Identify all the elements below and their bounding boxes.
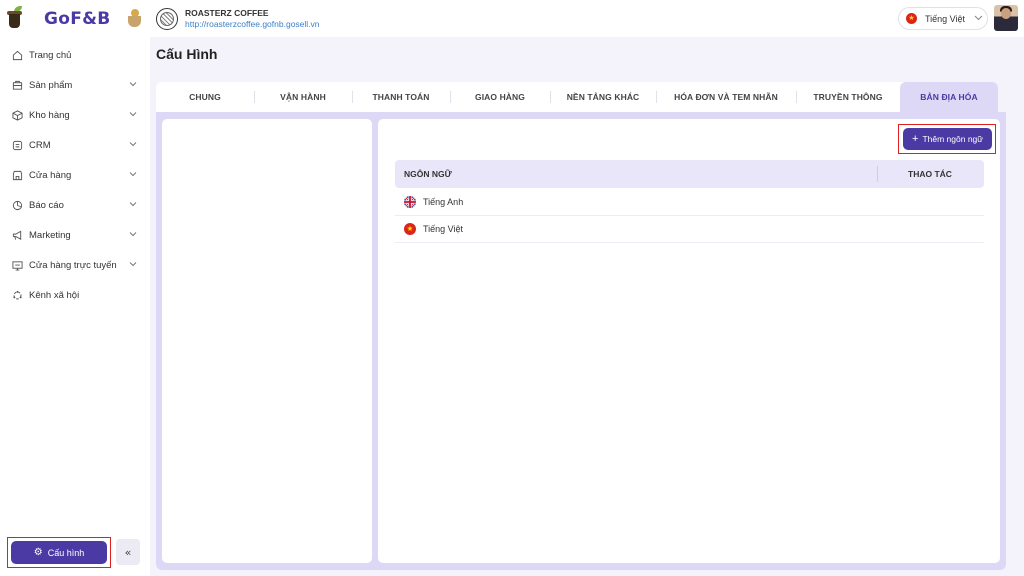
highlight-box	[898, 124, 996, 154]
chevron-down-icon	[974, 14, 983, 24]
sidebar-item-products[interactable]: Sản phẩm	[0, 70, 150, 100]
vn-flag-icon	[404, 222, 416, 235]
vn-flag-icon	[906, 12, 917, 24]
coffee-cup-icon	[6, 5, 24, 32]
uk-flag-icon	[404, 196, 416, 208]
left-panel	[162, 119, 372, 563]
tab-delivery[interactable]: GIAO HÀNG	[450, 82, 550, 112]
chevron-down-icon	[128, 229, 138, 239]
tab-invoice-labels[interactable]: HÓA ĐƠN VÀ TEM NHÃN	[656, 82, 796, 112]
table-header: NGÔN NGỮ THAO TÁC	[395, 160, 984, 188]
column-header-language: NGÔN NGỮ	[404, 169, 452, 179]
online-store-icon	[12, 260, 23, 271]
report-icon	[12, 200, 23, 211]
sidebar-item-stores[interactable]: Cửa hàng	[0, 160, 150, 190]
chevron-down-icon	[128, 79, 138, 89]
tab-localization[interactable]: BẢN ĐỊA HÓA	[900, 82, 998, 112]
sidebar-item-social[interactable]: Kênh xã hội	[0, 280, 150, 310]
sidebar-item-home[interactable]: Trang chủ	[0, 40, 150, 70]
crm-icon	[12, 140, 23, 151]
store-url[interactable]: http://roasterzcoffee.gofnb.gosell.vn	[185, 19, 320, 30]
logo-text: GoF&B	[44, 8, 111, 29]
tab-media[interactable]: TRUYỀN THÔNG	[796, 82, 900, 112]
chevron-down-icon	[128, 139, 138, 149]
tab-bar: CHUNG VẬN HÀNH THANH TOÁN GIAO HÀNG NỀN …	[156, 82, 998, 112]
language-select[interactable]: Tiếng Việt	[898, 7, 988, 30]
sidebar: Trang chủ Sản phẩm Kho hàng CRM Cửa hàng…	[0, 37, 150, 576]
logo[interactable]: GoF&B	[0, 0, 150, 37]
top-bar: GoF&B ROASTERZ COFFEE http://roasterzcof…	[0, 0, 1024, 37]
language-label: Tiếng Việt	[925, 13, 966, 24]
product-icon	[12, 80, 23, 91]
collapse-sidebar-button[interactable]: «	[116, 539, 140, 565]
column-header-actions: THAO TÁC	[908, 169, 952, 179]
chevron-down-icon	[128, 109, 138, 119]
chevron-down-icon	[128, 199, 138, 209]
double-chevron-left-icon: «	[124, 545, 132, 559]
sidebar-item-online-store[interactable]: Cửa hàng trực tuyến	[0, 250, 150, 280]
tab-general[interactable]: CHUNG	[156, 82, 254, 112]
store-logo-icon	[156, 7, 178, 30]
tab-operations[interactable]: VẬN HÀNH	[254, 82, 352, 112]
chevron-down-icon	[128, 169, 138, 179]
chevron-down-icon	[128, 259, 138, 269]
sidebar-item-reports[interactable]: Báo cáo	[0, 190, 150, 220]
tab-other-platforms[interactable]: NỀN TẢNG KHÁC	[550, 82, 656, 112]
sidebar-item-marketing[interactable]: Marketing	[0, 220, 150, 250]
home-icon	[12, 50, 23, 61]
language-name: Tiếng Anh	[423, 197, 464, 207]
tab-payment[interactable]: THANH TOÁN	[352, 82, 450, 112]
megaphone-icon	[12, 230, 23, 241]
language-name: Tiếng Việt	[423, 224, 464, 234]
store-name: ROASTERZ COFFEE	[185, 7, 269, 18]
sidebar-item-crm[interactable]: CRM	[0, 130, 150, 160]
avatar[interactable]	[994, 5, 1018, 31]
table-row[interactable]: Tiếng Việt	[395, 216, 984, 243]
store-switcher[interactable]: ROASTERZ COFFEE http://roasterzcoffee.go…	[156, 7, 320, 30]
social-icon	[12, 290, 23, 301]
highlight-box	[7, 537, 111, 568]
sidebar-item-inventory[interactable]: Kho hàng	[0, 100, 150, 130]
box-icon	[12, 109, 23, 121]
store-icon	[12, 170, 23, 181]
dessert-icon	[128, 9, 142, 29]
page-title: Cấu Hình	[156, 46, 218, 62]
table-row[interactable]: Tiếng Anh	[395, 189, 984, 216]
